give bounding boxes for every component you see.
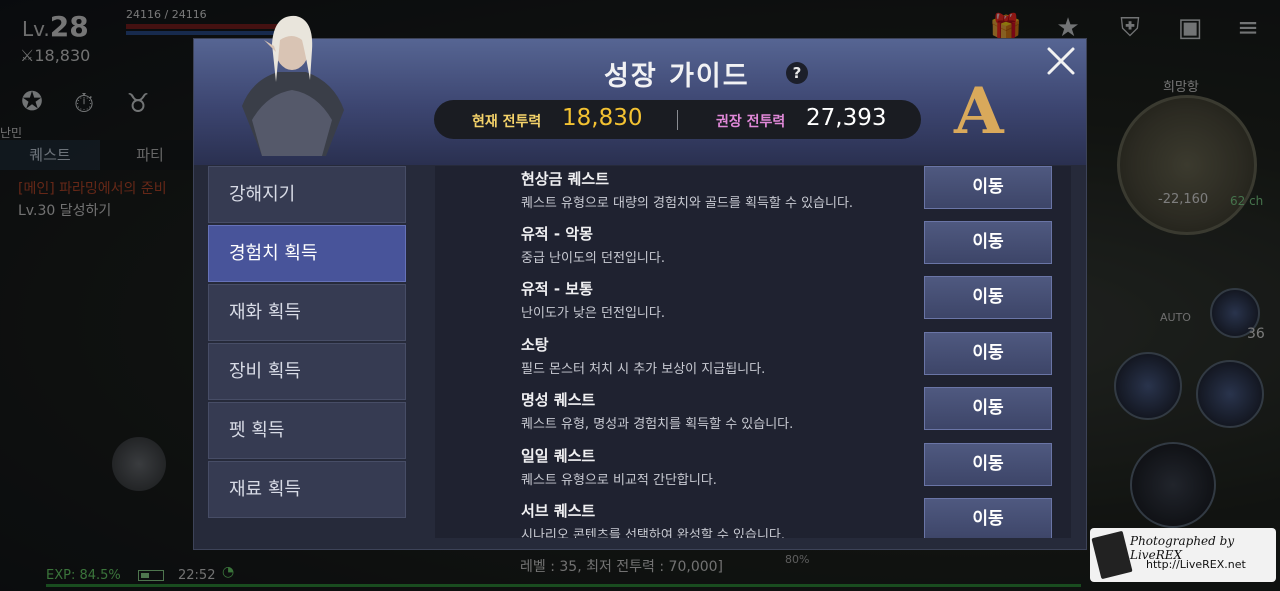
sidebar-item-exp[interactable]: 경험치 획득 <box>208 225 406 282</box>
item-title: 유적 - 보통 <box>521 280 593 298</box>
item-title: 서브 퀘스트 <box>521 502 596 520</box>
close-icon[interactable] <box>1044 44 1078 78</box>
content-list[interactable]: 현상금 퀘스트 퀘스트 유형으로 대량의 경험치와 골드를 획득할 수 있습니다… <box>435 166 1071 538</box>
item-description: 시나리오 콘텐츠를 선택하여 완성할 수 있습니다. <box>521 528 785 538</box>
item-description: 중급 난이도의 던전입니다. <box>521 251 665 266</box>
item-description: 난이도가 낮은 던전입니다. <box>521 306 665 321</box>
sidebar-item-material[interactable]: 재료 획득 <box>208 461 406 518</box>
item-title: 일일 퀘스트 <box>521 447 596 465</box>
list-item: 현상금 퀘스트 퀘스트 유형으로 대량의 경험치와 골드를 획득할 수 있습니다… <box>435 166 1071 221</box>
power-divider <box>677 110 678 130</box>
recommended-power-label: 권장 전투력 <box>716 114 786 130</box>
character-portrait <box>242 15 344 156</box>
current-power-label: 현재 전투력 <box>472 114 542 130</box>
move-button[interactable]: 이동 <box>924 498 1052 538</box>
item-title: 명성 퀘스트 <box>521 391 596 409</box>
list-item: 명성 퀘스트 퀘스트 유형, 명성과 경험치를 획득할 수 있습니다. 이동 <box>435 387 1071 442</box>
book-icon <box>1091 530 1133 580</box>
item-description: 퀘스트 유형으로 비교적 간단합니다. <box>521 473 717 488</box>
list-item: 소탕 필드 몬스터 처치 시 추가 보상이 지급됩니다. 이동 <box>435 332 1071 387</box>
sidebar-item-pet[interactable]: 펫 획득 <box>208 402 406 459</box>
item-title: 현상금 퀘스트 <box>521 170 610 188</box>
list-item: 일일 퀘스트 퀘스트 유형으로 비교적 간단합니다. 이동 <box>435 443 1071 498</box>
move-button[interactable]: 이동 <box>924 166 1052 209</box>
sidebar-item-equipment[interactable]: 장비 획득 <box>208 343 406 400</box>
current-power-value: 18,830 <box>562 105 643 131</box>
item-title: 소탕 <box>521 336 549 354</box>
list-item: 유적 - 보통 난이도가 낮은 던전입니다. 이동 <box>435 276 1071 331</box>
help-icon[interactable]: ? <box>786 62 808 84</box>
move-button[interactable]: 이동 <box>924 443 1052 486</box>
item-title: 유적 - 악몽 <box>521 225 593 243</box>
move-button[interactable]: 이동 <box>924 221 1052 264</box>
dialog-title: 성장 가이드 <box>604 61 750 92</box>
list-item: 서브 퀘스트 시나리오 콘텐츠를 선택하여 완성할 수 있습니다. 이동 <box>435 498 1071 538</box>
sidebar-item-strengthen[interactable]: 강해지기 <box>208 166 406 223</box>
item-description: 퀘스트 유형, 명성과 경험치를 획득할 수 있습니다. <box>521 417 794 432</box>
move-button[interactable]: 이동 <box>924 276 1052 319</box>
list-item: 유적 - 악몽 중급 난이도의 던전입니다. 이동 <box>435 221 1071 276</box>
item-description: 필드 몬스터 처치 시 추가 보상이 지급됩니다. <box>521 362 766 377</box>
item-description: 퀘스트 유형으로 대량의 경험치와 골드를 획득할 수 있습니다. <box>521 196 854 211</box>
photographer-watermark: Photographed by LiveREX http://LiveREX.n… <box>1090 528 1276 582</box>
grade-badge: A <box>954 74 1004 149</box>
recommended-power-value: 27,393 <box>806 105 887 131</box>
move-button[interactable]: 이동 <box>924 387 1052 430</box>
sidebar-item-currency[interactable]: 재화 획득 <box>208 284 406 341</box>
move-button[interactable]: 이동 <box>924 332 1052 375</box>
